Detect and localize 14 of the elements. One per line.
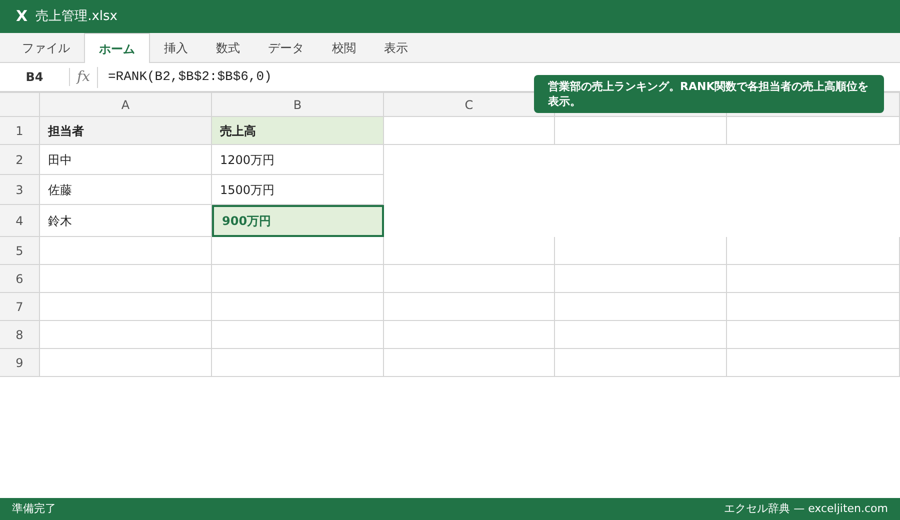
app-logo: X [16, 6, 28, 28]
table-cell: 鈴木 [40, 205, 212, 237]
tooltip: 営業部の売上ランキング。RANK関数で各担当者の売上高順位を表示。 [534, 75, 884, 113]
table-cell: 1500万円 [212, 175, 384, 205]
site-credit: エクセル辞典 — exceljiten.com [724, 500, 888, 517]
table-cell: 1200万円 [212, 145, 384, 175]
fx-label: fx [70, 66, 98, 88]
window-title: 売上管理.xlsx [36, 8, 118, 26]
table-cell: 担当者 [40, 117, 212, 145]
table-cell: 田中 [40, 145, 212, 175]
table-cell: 900万円 [212, 205, 384, 237]
table-cell: 佐藤 [40, 175, 212, 205]
table-cell: 売上高 [212, 117, 384, 145]
status-text: 準備完了 [12, 500, 56, 517]
